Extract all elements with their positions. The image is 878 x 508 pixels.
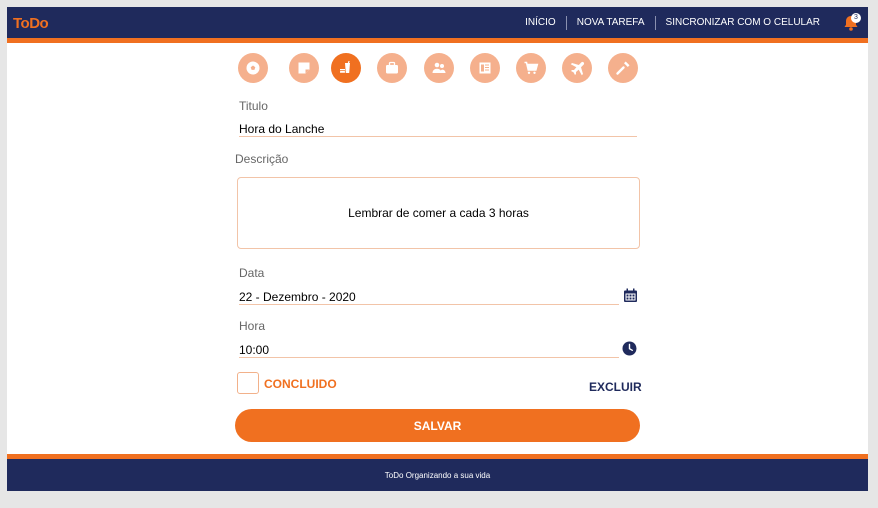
title-input[interactable] [239,122,637,137]
category-people[interactable] [424,53,454,83]
category-notes[interactable] [289,53,319,83]
calendar-icon [624,288,637,302]
category-travel[interactable] [562,53,592,83]
category-shopping[interactable] [516,53,546,83]
date-label: Data [239,266,265,280]
airplane-icon [570,61,585,76]
app-logo[interactable]: ToDo [13,15,49,32]
soccer-ball-icon [246,61,260,75]
notification-count-badge: 3 [851,13,861,23]
clock-icon [622,341,637,356]
description-label: Descrição [235,152,289,166]
sticky-note-icon [298,62,310,74]
category-sports[interactable] [238,53,268,83]
time-picker-button[interactable] [622,341,637,356]
done-checkbox[interactable] [237,372,259,394]
category-news[interactable] [470,53,500,83]
description-text: Lembrar de comer a cada 3 horas [348,206,529,220]
newspaper-icon [479,62,491,74]
category-work[interactable] [377,53,407,83]
nav-sincronizar[interactable]: SINCRONIZAR COM O CELULAR [656,16,824,30]
people-icon [432,62,446,73]
title-label: Titulo [239,99,268,113]
app-window: ToDo INÍCIO NOVA TAREFA SINCRONIZAR COM … [7,7,868,491]
time-label: Hora [239,319,266,333]
description-textarea[interactable]: Lembrar de comer a cada 3 horas [237,177,640,249]
category-tools[interactable] [608,53,638,83]
time-input[interactable] [239,343,619,358]
main-nav: INÍCIO NOVA TAREFA SINCRONIZAR COM O CEL… [515,7,824,38]
done-label: CONCLUIDO [264,377,337,391]
delete-button[interactable]: EXCLUIR [589,380,642,394]
footer: ToDo Organizando a sua vida [7,459,868,491]
tools-icon [616,61,630,75]
date-picker-button[interactable] [623,288,638,303]
category-picker [238,53,638,85]
category-food[interactable] [331,53,361,83]
notifications-button[interactable]: 3 [842,13,861,32]
date-input[interactable] [239,290,619,305]
nav-nova-tarefa[interactable]: NOVA TAREFA [567,15,656,30]
header-accent-stripe [7,38,868,43]
food-drink-icon [340,60,350,73]
nav-inicio[interactable]: INÍCIO [515,15,567,30]
briefcase-icon [386,61,398,74]
top-bar: ToDo INÍCIO NOVA TAREFA SINCRONIZAR COM … [7,7,868,38]
shopping-cart-icon [524,61,539,74]
footer-text: ToDo Organizando a sua vida [384,470,491,480]
save-button[interactable]: SALVAR [235,409,640,442]
